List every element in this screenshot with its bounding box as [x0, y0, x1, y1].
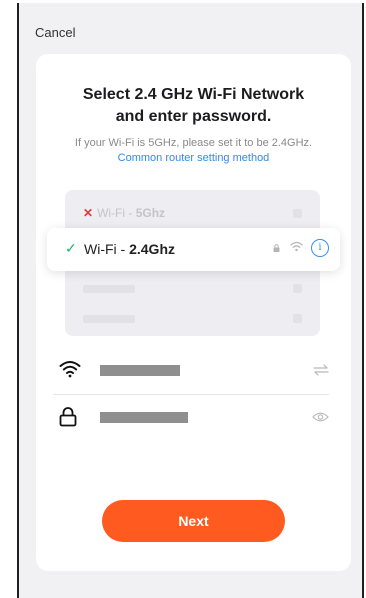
network-row-redacted[interactable] [65, 304, 320, 334]
switch-network-icon[interactable] [313, 364, 329, 376]
redacted-network-name [83, 285, 135, 293]
network-row-redacted[interactable] [65, 274, 320, 304]
phone-screen: Cancel Select 2.4 GHz Wi-Fi Network and … [17, 3, 364, 598]
lock-icon [273, 244, 280, 252]
wifi-icon [290, 241, 303, 252]
cancel-button[interactable]: Cancel [35, 25, 75, 40]
signal-icon-placeholder [293, 209, 302, 218]
password-field[interactable] [53, 403, 329, 433]
eye-icon[interactable] [312, 411, 329, 423]
network-band-5ghz: 5Ghz [135, 206, 166, 220]
network-row-5ghz[interactable]: ✕ Wi-Fi - 5Ghz [65, 198, 320, 228]
signal-icon-placeholder [293, 314, 302, 323]
network-prefix-24ghz: Wi-Fi - [84, 241, 130, 257]
wifi-icon [59, 361, 81, 378]
x-icon: ✕ [83, 206, 94, 220]
network-prefix-5ghz: Wi-Fi - [97, 206, 136, 220]
signal-icon-placeholder [293, 284, 302, 293]
wifi-name-value-redacted [100, 365, 180, 376]
network-row-24ghz-selected[interactable]: ✓ Wi-Fi - 2.4Ghz i [47, 228, 340, 271]
field-divider [53, 394, 329, 395]
network-card: Select 2.4 GHz Wi-Fi Network and enter p… [36, 54, 351, 571]
router-setting-link[interactable]: Common router setting method [118, 152, 270, 164]
subtitle: If your Wi-Fi is 5GHz, please set it to … [56, 136, 331, 166]
network-band-24ghz: 2.4Ghz [129, 241, 175, 257]
title-line-1: Select 2.4 GHz Wi-Fi Network [82, 86, 305, 103]
next-button[interactable]: Next [102, 500, 285, 542]
redacted-network-name [83, 315, 135, 323]
network-label-5ghz: ✕ Wi-Fi - 5Ghz [83, 206, 165, 220]
title-line-2: and enter password. [115, 108, 272, 125]
network-label-24ghz: Wi-Fi - 2.4Ghz [84, 241, 175, 257]
page-title: Select 2.4 GHz Wi-Fi Network and enter p… [36, 84, 351, 128]
wifi-name-field[interactable] [53, 356, 329, 386]
lock-icon [59, 407, 77, 427]
info-icon[interactable]: i [311, 239, 329, 257]
check-icon: ✓ [65, 240, 77, 256]
password-value-redacted [100, 412, 188, 423]
subtitle-text: If your Wi-Fi is 5GHz, please set it to … [74, 137, 313, 149]
